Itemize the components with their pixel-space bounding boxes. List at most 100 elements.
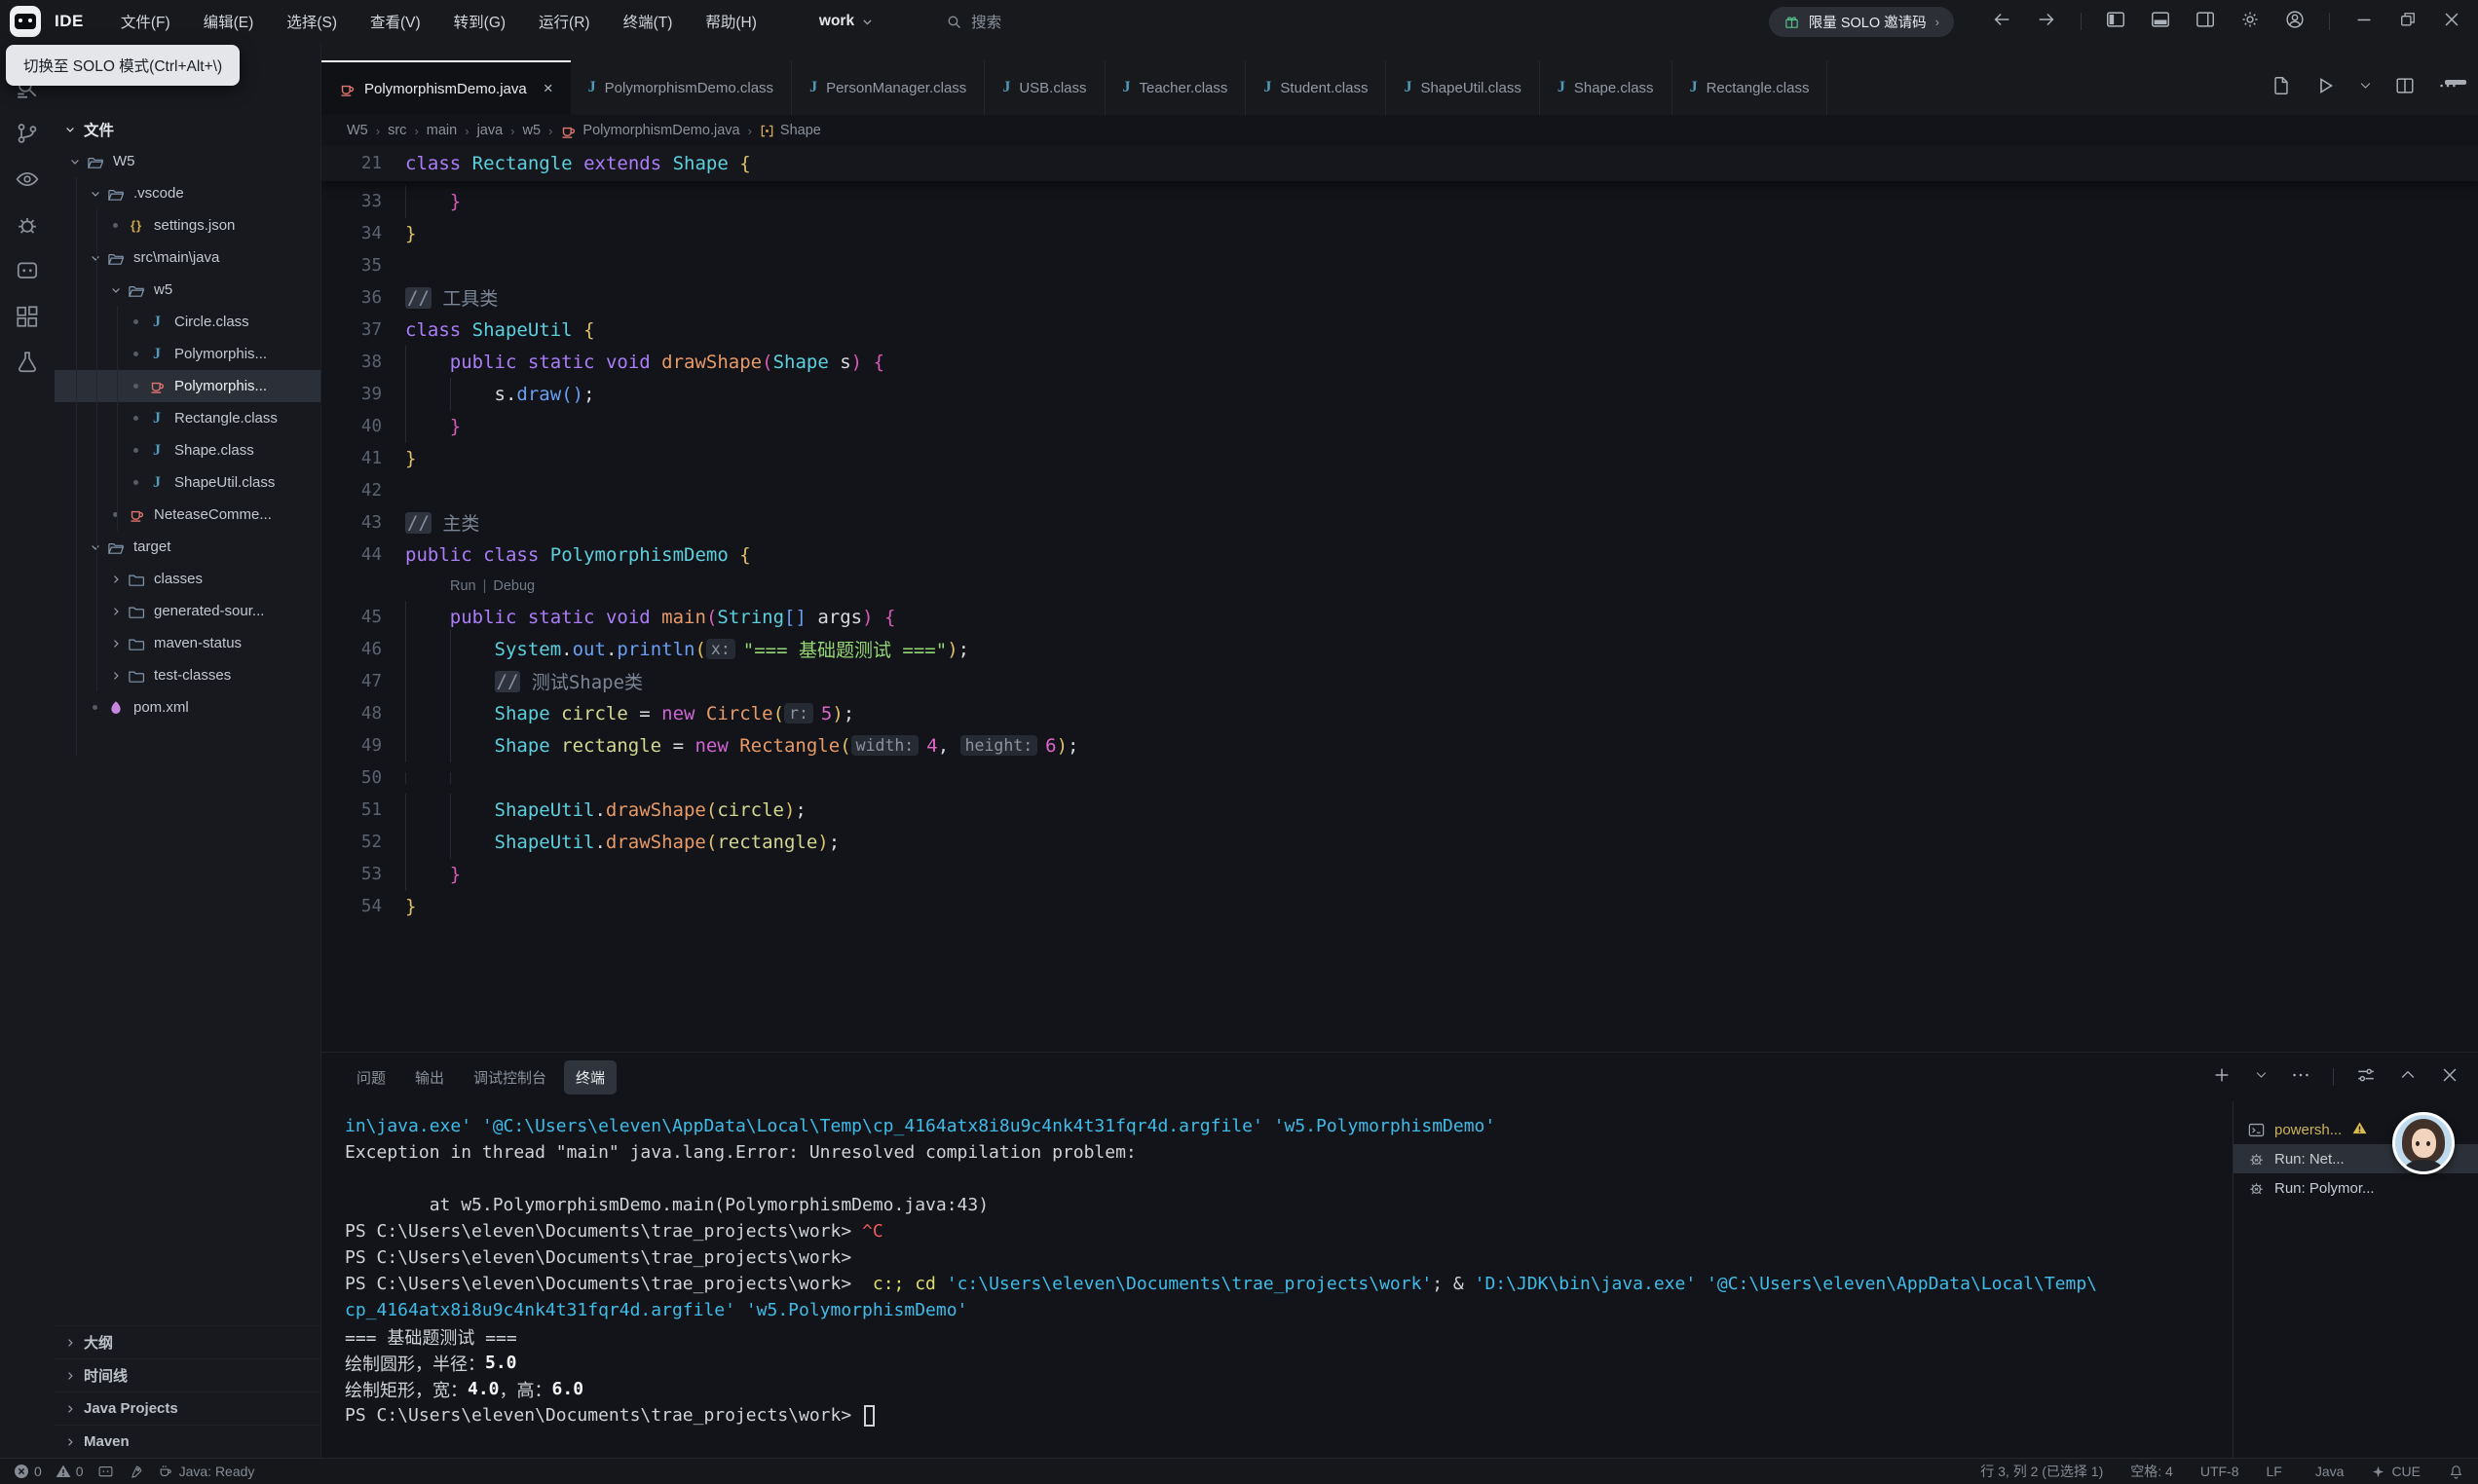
tree-item[interactable]: .vscode bbox=[55, 177, 320, 209]
tab[interactable]: JUSB.class bbox=[985, 60, 1105, 115]
menu-item[interactable]: 帮助(H) bbox=[705, 11, 757, 32]
tab[interactable]: JPolymorphismDemo.class bbox=[571, 60, 792, 115]
menu-item[interactable]: 终端(T) bbox=[623, 11, 673, 32]
breadcrumb-item[interactable]: java bbox=[477, 123, 504, 138]
layout-bottom-button[interactable] bbox=[2150, 9, 2171, 35]
status-item-java[interactable]: Java bbox=[2309, 1464, 2345, 1479]
status-item-0[interactable]: 0 bbox=[14, 1464, 42, 1479]
status-item[interactable] bbox=[2448, 1464, 2464, 1480]
editor-action-run-button[interactable] bbox=[2313, 74, 2337, 102]
breadcrumb-item[interactable]: PolymorphismDemo.java bbox=[560, 123, 739, 139]
panel-plus-button[interactable] bbox=[2211, 1064, 2233, 1091]
activitybar-debug-button[interactable] bbox=[14, 211, 41, 239]
editor-action-split-button[interactable] bbox=[2394, 75, 2416, 101]
tab[interactable]: JShape.class bbox=[1540, 60, 1672, 115]
panel-chevron-down-button[interactable] bbox=[2254, 1067, 2269, 1087]
sidebar-section-时间线[interactable]: 时间线 bbox=[55, 1358, 320, 1391]
menu-item[interactable]: 选择(S) bbox=[286, 11, 337, 32]
tree-item[interactable]: maven-status bbox=[55, 627, 320, 659]
scrollbar-thumb[interactable] bbox=[2445, 80, 2466, 85]
tree-item[interactable]: JPolymorphis... bbox=[55, 338, 320, 370]
sidebar-section-Java Projects[interactable]: Java Projects bbox=[55, 1391, 320, 1425]
sidebar-section-大纲[interactable]: 大纲 bbox=[55, 1325, 320, 1358]
tree-item[interactable]: JShape.class bbox=[55, 434, 320, 466]
status-item--4[interactable]: 空格: 4 bbox=[2130, 1462, 2173, 1481]
restore-button[interactable] bbox=[2398, 10, 2418, 34]
arrow-left-button[interactable] bbox=[1991, 9, 2012, 35]
close-button[interactable] bbox=[2441, 9, 2462, 35]
app-logo-icon[interactable] bbox=[10, 6, 41, 37]
tree-item[interactable]: w5 bbox=[55, 274, 320, 306]
editor-action-new-file-button[interactable] bbox=[2271, 75, 2292, 101]
arrow-right-button[interactable] bbox=[2036, 9, 2057, 35]
status-item[interactable] bbox=[128, 1464, 144, 1480]
activitybar-source-control-button[interactable] bbox=[14, 120, 41, 147]
terminal-output[interactable]: in\java.exe' '@C:\Users\eleven\AppData\L… bbox=[321, 1101, 2233, 1458]
breadcrumb-item[interactable]: src bbox=[388, 123, 406, 138]
tree-item[interactable]: target bbox=[55, 531, 320, 563]
breadcrumb-item[interactable]: Shape bbox=[760, 123, 821, 138]
gear-button[interactable] bbox=[2239, 9, 2261, 35]
activitybar-beaker-button[interactable] bbox=[14, 349, 41, 376]
tree-item[interactable]: classes bbox=[55, 563, 320, 595]
panel-tab-调试控制台[interactable]: 调试控制台 bbox=[462, 1060, 558, 1094]
tree-item[interactable]: JShapeUtil.class bbox=[55, 466, 320, 499]
status-item-0[interactable]: 0 bbox=[56, 1464, 84, 1479]
global-search[interactable]: 搜索 bbox=[946, 11, 1001, 32]
tree-item[interactable]: src\main\java bbox=[55, 241, 320, 274]
status-item[interactable] bbox=[97, 1464, 114, 1480]
tree-item[interactable]: JRectangle.class bbox=[55, 402, 320, 434]
breadcrumb-item[interactable]: W5 bbox=[347, 123, 368, 138]
status-item-java-ready[interactable]: Java: Ready bbox=[158, 1464, 255, 1480]
tree-item[interactable]: NeteaseComme... bbox=[55, 499, 320, 531]
codelens-debug-link[interactable]: Debug bbox=[493, 578, 535, 594]
panel-tab-输出[interactable]: 输出 bbox=[403, 1060, 456, 1094]
tree-item[interactable]: JCircle.class bbox=[55, 306, 320, 338]
status-item-utf-8[interactable]: UTF-8 bbox=[2200, 1464, 2239, 1479]
panel-chevron-up-button[interactable] bbox=[2398, 1065, 2418, 1090]
tree-item[interactable]: pom.xml bbox=[55, 691, 320, 723]
menu-item[interactable]: 运行(R) bbox=[539, 11, 590, 32]
workspace-switcher[interactable]: work bbox=[819, 13, 874, 30]
menu-item[interactable]: 文件(F) bbox=[121, 11, 170, 32]
tab-close-icon[interactable]: × bbox=[544, 79, 553, 98]
code-editor[interactable]: 21class Rectangle extends Shape { 33 }34… bbox=[321, 146, 2478, 1052]
account-button[interactable] bbox=[2284, 9, 2306, 35]
sidebar-section-Maven[interactable]: Maven bbox=[55, 1425, 320, 1458]
assistant-avatar[interactable] bbox=[2392, 1112, 2455, 1174]
status-item-lf[interactable]: LF bbox=[2267, 1464, 2282, 1479]
panel-tab-终端[interactable]: 终端 bbox=[564, 1060, 617, 1094]
panel-close-button[interactable] bbox=[2439, 1064, 2460, 1091]
tree-item[interactable]: {}settings.json bbox=[55, 209, 320, 241]
tree-item[interactable]: W5 bbox=[55, 145, 320, 177]
tab[interactable]: JRectangle.class bbox=[1672, 60, 1828, 115]
layout-left-button[interactable] bbox=[2105, 9, 2126, 35]
menu-item[interactable]: 查看(V) bbox=[370, 11, 421, 32]
tab[interactable]: PolymorphismDemo.java× bbox=[321, 60, 571, 115]
tab[interactable]: JTeacher.class bbox=[1106, 60, 1247, 115]
minimize-button[interactable] bbox=[2353, 9, 2375, 35]
explorer-section-header[interactable]: 文件 bbox=[55, 113, 320, 145]
tab[interactable]: JStudent.class bbox=[1246, 60, 1386, 115]
solo-invite-badge[interactable]: 限量 SOLO 邀请码 › bbox=[1769, 7, 1954, 37]
activitybar-chat-button[interactable] bbox=[14, 257, 41, 284]
tree-item[interactable]: test-classes bbox=[55, 659, 320, 691]
tab[interactable]: JPersonManager.class bbox=[792, 60, 985, 115]
panel-tab-问题[interactable]: 问题 bbox=[345, 1060, 397, 1094]
tree-item[interactable]: Polymorphis... bbox=[55, 370, 320, 402]
menu-item[interactable]: 编辑(E) bbox=[204, 11, 254, 32]
menu-item[interactable]: 转到(G) bbox=[454, 11, 506, 32]
activitybar-eye-button[interactable] bbox=[14, 166, 41, 193]
status-item--3-2-1-[interactable]: 行 3, 列 2 (已选择 1) bbox=[1980, 1462, 2103, 1481]
panel-sliders-button[interactable] bbox=[2355, 1064, 2377, 1091]
tab[interactable]: JShapeUtil.class bbox=[1386, 60, 1539, 115]
editor-action-chevron-down-button[interactable] bbox=[2358, 78, 2373, 97]
activitybar-extensions-button[interactable] bbox=[14, 303, 41, 330]
terminal-session[interactable]: Run: Polymor... bbox=[2234, 1173, 2478, 1203]
layout-right-button[interactable] bbox=[2195, 9, 2216, 35]
breadcrumb-item[interactable]: main bbox=[427, 123, 457, 138]
codelens-run-link[interactable]: Run bbox=[450, 578, 476, 594]
status-item-cue[interactable]: CUE bbox=[2371, 1464, 2421, 1479]
panel-more-button[interactable] bbox=[2290, 1064, 2311, 1091]
tree-item[interactable]: generated-sour... bbox=[55, 595, 320, 627]
